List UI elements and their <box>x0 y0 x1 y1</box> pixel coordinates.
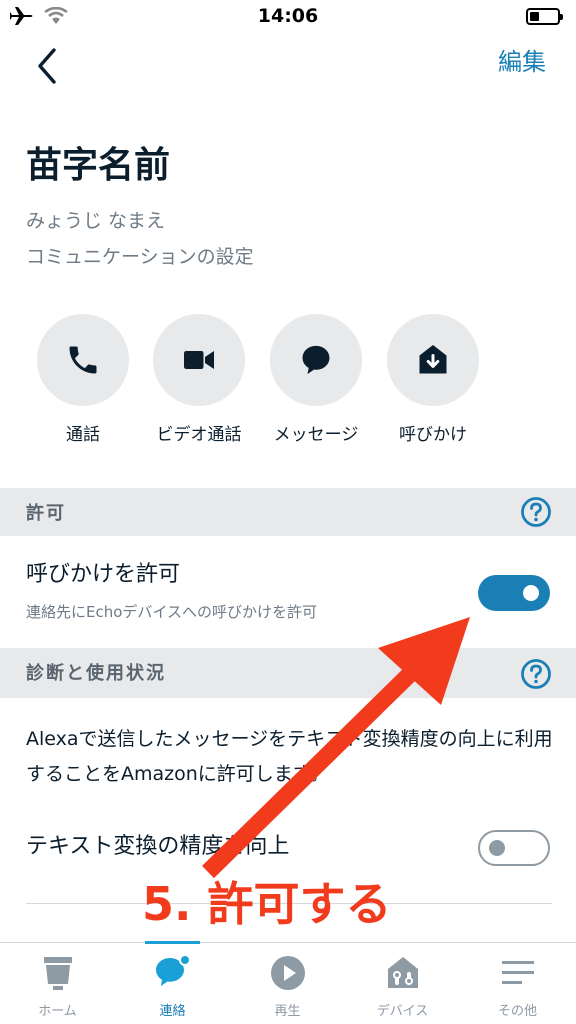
tab-communicate-label: 連絡 <box>159 1004 186 1019</box>
drop-in-button[interactable]: 呼びかけ <box>373 314 493 445</box>
devices-icon <box>387 957 418 988</box>
menu-icon <box>501 961 534 984</box>
status-bar: 14:06 <box>0 0 576 34</box>
status-time: 14:06 <box>257 5 319 27</box>
tab-devices[interactable]: デバイス <box>345 943 460 1024</box>
contact-name: 苗字名前 <box>26 145 171 186</box>
home-icon <box>43 957 72 990</box>
tab-play-icon-wrap <box>230 953 345 993</box>
call-circle <box>37 314 129 406</box>
contact-reading: みょうじ なまえ <box>26 210 166 232</box>
drop-in-icon <box>419 345 447 374</box>
improve-accuracy-toggle[interactable] <box>478 830 550 866</box>
tab-more-label: その他 <box>497 1004 537 1019</box>
annotation-label: 5. 許可する <box>142 877 392 931</box>
diagnostics-description: Alexaで送信したメッセージをテキスト変換精度の向上に利用することをAmazo… <box>26 728 553 785</box>
chevron-left-icon <box>38 48 56 84</box>
permissions-section-header: 許可 <box>0 488 576 536</box>
message-circle <box>270 314 362 406</box>
tab-more[interactable]: その他 <box>460 943 575 1024</box>
tab-play[interactable]: 再生 <box>230 943 345 1024</box>
video-camera-icon <box>184 351 214 369</box>
permissions-section-title: 許可 <box>26 503 66 524</box>
tab-more-icon-wrap <box>460 953 575 993</box>
tab-home-label: ホーム <box>38 1004 77 1019</box>
tab-home-icon-wrap <box>0 953 115 993</box>
diagnostics-section-title: 診断と使用状況 <box>26 663 166 684</box>
battery-level <box>530 12 539 21</box>
tab-communicate[interactable]: 連絡 <box>115 941 230 1024</box>
tab-communicate-icon-wrap <box>115 953 230 993</box>
video-call-button[interactable]: ビデオ通話 <box>139 314 259 445</box>
communication-settings-label: コミュニケーションの設定 <box>26 246 254 268</box>
call-label: 通話 <box>66 425 100 445</box>
toggle-knob <box>523 585 539 601</box>
tab-play-label: 再生 <box>274 1004 301 1019</box>
message-bubble-icon <box>302 345 330 375</box>
bottom-tab-bar: ホーム 連絡 再生 デバイス その他 <box>0 941 576 1024</box>
drop-in-circle <box>387 314 479 406</box>
call-button[interactable]: 通話 <box>23 314 143 445</box>
edit-button[interactable]: 編集 <box>498 42 546 77</box>
play-icon <box>270 956 305 990</box>
help-icon[interactable] <box>520 658 552 690</box>
message-button[interactable]: メッセージ <box>256 314 376 445</box>
allow-drop-in-toggle[interactable] <box>478 575 550 611</box>
diagnostics-section-header: 診断と使用状況 <box>0 648 576 698</box>
tab-home[interactable]: ホーム <box>0 943 115 1024</box>
allow-drop-in-subtitle: 連絡先にEchoデバイスへの呼びかけを許可 <box>26 603 317 621</box>
improve-accuracy-title: テキスト変換の精度を向上 <box>26 834 290 859</box>
drop-in-label: 呼びかけ <box>399 425 467 445</box>
battery-icon <box>526 8 563 25</box>
communicate-icon <box>155 954 191 986</box>
video-call-circle <box>153 314 245 406</box>
help-icon[interactable] <box>520 496 552 528</box>
phone-icon <box>69 346 97 374</box>
message-label: メッセージ <box>273 425 359 445</box>
tab-devices-label: デバイス <box>376 1004 429 1019</box>
tab-devices-icon-wrap <box>345 953 460 993</box>
video-call-label: ビデオ通話 <box>156 425 242 445</box>
back-button[interactable] <box>30 44 66 88</box>
active-tab-indicator <box>145 941 200 944</box>
toggle-knob <box>489 840 505 856</box>
allow-drop-in-title: 呼びかけを許可 <box>26 562 181 587</box>
